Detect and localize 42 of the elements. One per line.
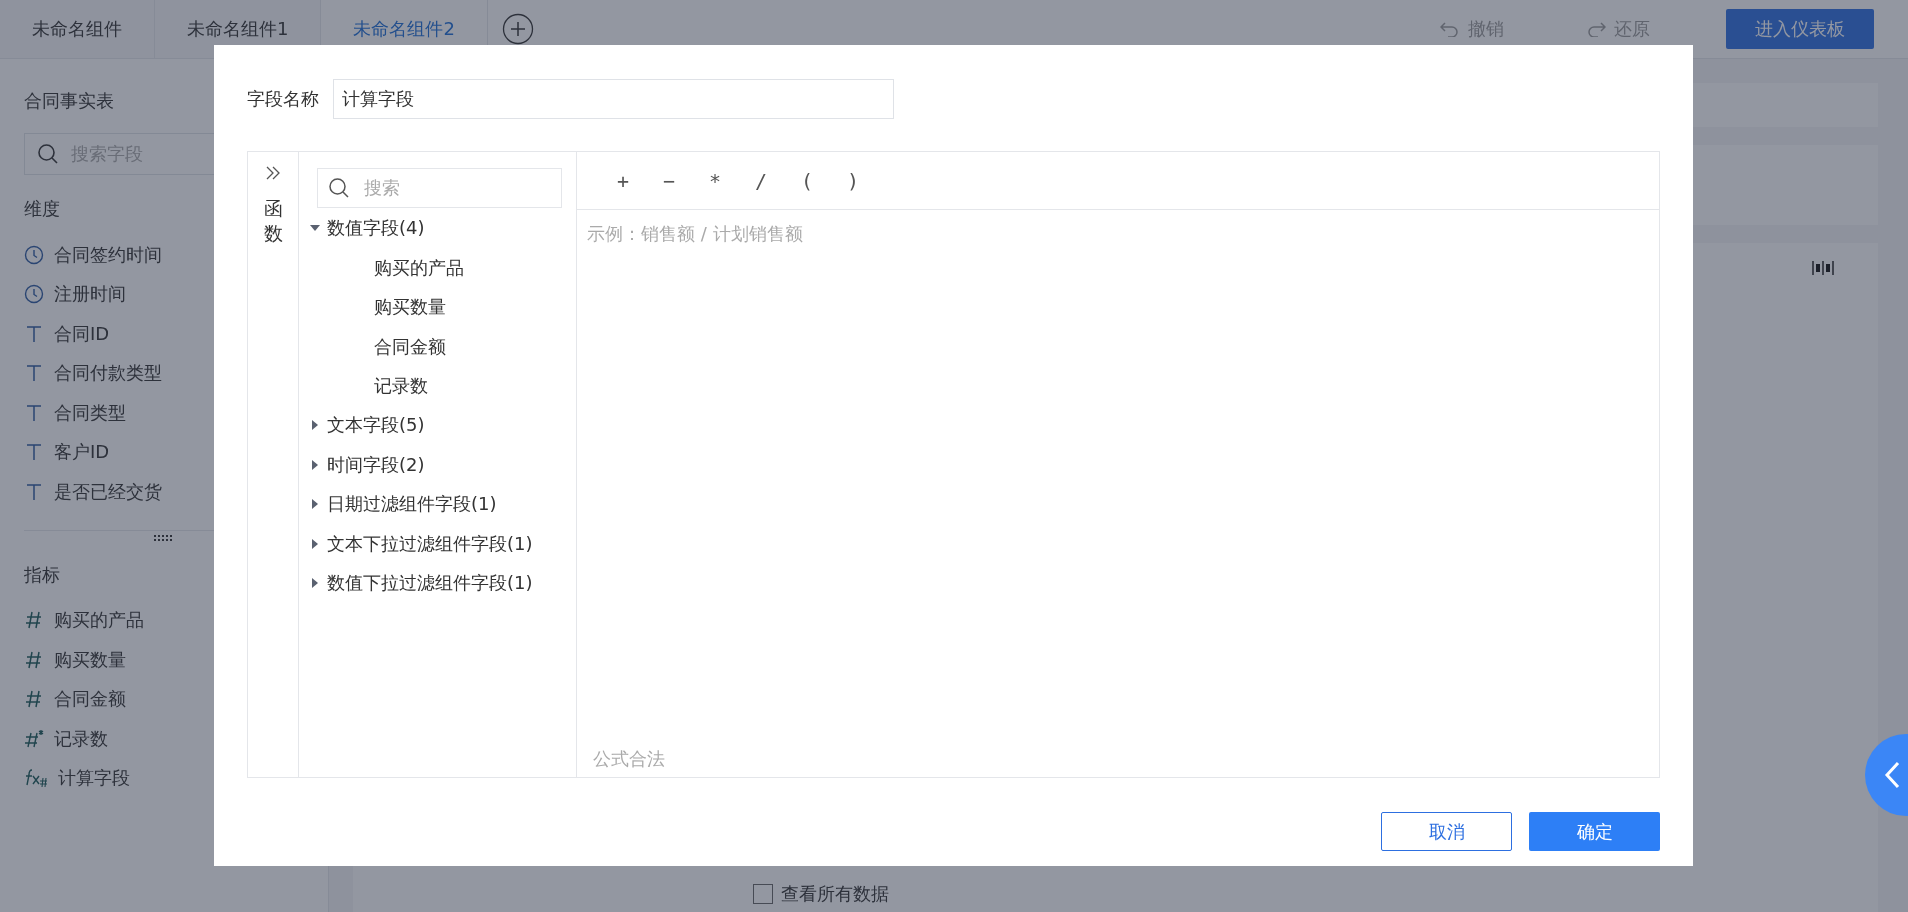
tree-group[interactable]: 日期过滤组件字段(1) (327, 492, 497, 517)
field-item[interactable]: 合同金额 (54, 687, 126, 712)
tree-item[interactable]: 记录数 (309, 366, 428, 406)
section-title: 维度 (24, 197, 60, 221)
tree-item[interactable]: 购买的产品 (309, 247, 464, 287)
section-title: 指标 (24, 562, 60, 587)
operator-button[interactable]: * (695, 167, 735, 194)
field-item[interactable]: 合同付款类型 (54, 361, 162, 386)
tree-item[interactable]: 合同金额 (309, 326, 446, 366)
formula-input[interactable]: 示例：销售额 / 计划销售额 (577, 210, 1659, 747)
field-name-input[interactable]: 计算字段 (333, 79, 894, 119)
functions-tab[interactable]: 函数 (263, 196, 283, 246)
operator-button[interactable]: ) (833, 167, 873, 194)
tree-item[interactable]: 购买数量 (309, 287, 446, 327)
tree-group[interactable]: 文本下拉过滤组件字段(1) (327, 531, 533, 556)
tree-group[interactable]: 时间字段(2) (327, 452, 425, 477)
field-item[interactable]: 合同签约时间 (54, 242, 162, 267)
tree-group[interactable]: 数值字段(4) (327, 215, 425, 240)
field-name-label: 字段名称 (247, 87, 319, 111)
tree-group[interactable]: 文本字段(5) (327, 413, 425, 438)
field-item[interactable]: 是否已经交货 (54, 479, 162, 504)
tree-group[interactable]: 数值下拉过滤组件字段(1) (327, 571, 533, 596)
table-name: 合同事实表 (24, 89, 114, 113)
search-field[interactable]: 搜索 (317, 168, 562, 208)
cancel-button[interactable]: 取消 (1381, 812, 1512, 851)
operator-button[interactable]: / (741, 167, 781, 194)
enter-dashboard-button[interactable]: 进入仪表板 (1726, 9, 1874, 49)
field-item[interactable]: 购买数量 (54, 647, 126, 672)
component-tab[interactable]: 未命名组件 (0, 0, 155, 58)
operator-button[interactable]: − (649, 167, 689, 194)
formula-status: 公式合法 (592, 747, 666, 771)
field-item[interactable]: 购买的产品 (54, 608, 144, 633)
field-item[interactable]: 合同类型 (54, 400, 126, 425)
field-item[interactable]: 合同ID (54, 321, 110, 346)
confirm-button[interactable]: 确定 (1529, 812, 1660, 851)
field-item[interactable]: 注册时间 (54, 282, 126, 307)
operator-button[interactable]: + (603, 167, 643, 194)
field-item[interactable]: 客户ID (54, 440, 110, 465)
field-item[interactable]: 记录数 (54, 726, 108, 751)
field-item[interactable]: 计算字段 (58, 766, 130, 791)
operator-button[interactable]: ( (787, 167, 827, 194)
checkbox-label: 查看所有数据 (781, 882, 889, 906)
